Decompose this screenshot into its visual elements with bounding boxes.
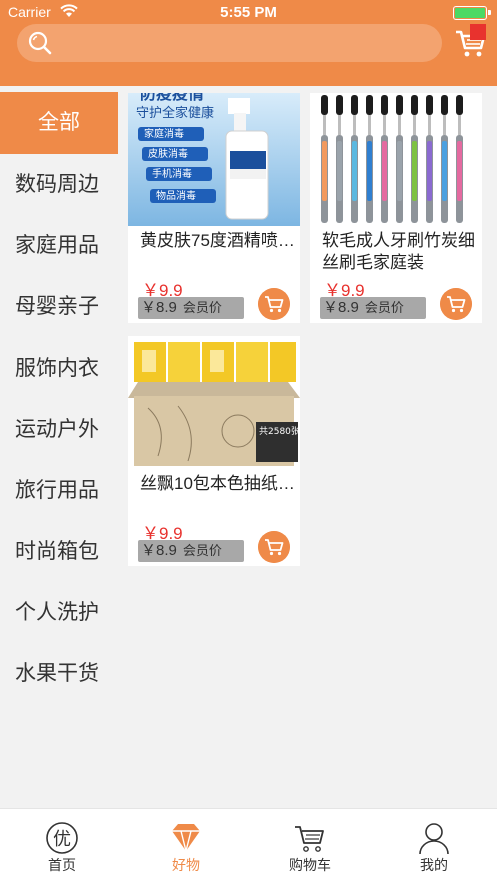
tab-label: 购物车 — [289, 857, 331, 873]
toothbrush — [351, 95, 358, 223]
image-tag: 皮肤消毒 — [148, 147, 188, 160]
tab-bar: 优 首页 好物 购物车 我的 — [0, 808, 497, 883]
status-time: 5:55 PM — [220, 4, 277, 21]
product-title: 黄皮肤75度酒精喷雾剂 — [140, 231, 296, 250]
toothbrush — [426, 95, 433, 223]
member-price-badge: ￥8.9 会员价 — [320, 297, 426, 319]
image-banner: 防疫疫情 — [140, 93, 204, 103]
member-price: ￥8.9 — [141, 299, 177, 316]
sidebar-item-travel[interactable]: 旅行用品 — [0, 460, 118, 522]
search-input[interactable] — [61, 28, 431, 58]
sidebar-item-sports[interactable]: 运动户外 — [0, 399, 118, 461]
tab-label: 我的 — [420, 857, 448, 873]
cart-badge — [470, 24, 486, 40]
add-to-cart-icon[interactable] — [258, 531, 290, 563]
toothbrush — [366, 95, 373, 223]
sidebar-item-baby[interactable]: 母婴亲子 — [0, 276, 118, 338]
product-title: 丝飘10包本色抽纸面巾纸 — [140, 474, 296, 493]
image-box-label: 共2580张 实惠装10包 — [259, 425, 300, 437]
battery-icon — [453, 6, 487, 20]
tab-cart[interactable]: 购物车 — [248, 809, 372, 883]
product-image-alcohol-spray: 防疫疫情 守护全家健康 家庭消毒 皮肤消毒 手机消毒 物品消毒 — [128, 93, 300, 226]
app-header: Carrier 5:55 PM — [0, 0, 497, 86]
product-card[interactable]: 共2580张 实惠装10包 丝飘10包本色抽纸面巾纸 ￥9.9 ￥8.9会员价 — [128, 336, 300, 566]
diamond-icon — [172, 824, 200, 852]
image-tag: 手机消毒 — [152, 167, 192, 180]
toothbrush — [441, 95, 448, 223]
svg-text:优: 优 — [53, 829, 71, 850]
add-to-cart-icon[interactable] — [440, 288, 472, 320]
member-label: 会员价 — [182, 300, 222, 315]
member-price-badge: ￥8.9 会员价 — [138, 297, 244, 319]
category-sidebar: 全部 数码周边 家庭用品 母婴亲子 服饰内衣 运动户外 旅行用品 时尚箱包 个人… — [0, 92, 118, 807]
product-title: 软毛成人牙刷竹炭细丝刷毛家庭装 — [322, 231, 475, 272]
toothbrush — [336, 95, 343, 223]
sidebar-item-digital[interactable]: 数码周边 — [0, 154, 118, 216]
tab-home[interactable]: 优 首页 — [0, 809, 124, 883]
battery-tip — [488, 10, 491, 15]
tab-mine[interactable]: 我的 — [372, 809, 496, 883]
sidebar-item-clothing[interactable]: 服饰内衣 — [0, 338, 118, 400]
status-bar: Carrier 5:55 PM — [0, 0, 497, 24]
sidebar-item-fruit[interactable]: 水果干货 — [0, 643, 118, 705]
member-price-badge: ￥8.9 会员价 — [138, 540, 244, 562]
image-slogan: 守护全家健康 — [136, 105, 214, 121]
toothbrush — [456, 95, 463, 223]
toothbrush — [411, 95, 418, 223]
add-to-cart-icon[interactable] — [258, 288, 290, 320]
product-card[interactable]: 软毛成人牙刷竹炭细丝刷毛家庭装 ￥9.9 ￥8.9 会员价 — [310, 93, 482, 323]
you-badge-icon: 优 — [46, 822, 78, 854]
member-label: 会员价 — [364, 300, 404, 315]
sidebar-item-household[interactable]: 家庭用品 — [0, 215, 118, 277]
cart-icon — [295, 826, 324, 852]
product-card[interactable]: 防疫疫情 守护全家健康 家庭消毒 皮肤消毒 手机消毒 物品消毒 黄皮肤75度酒精… — [128, 93, 300, 323]
toothbrush — [396, 95, 403, 223]
product-image-tissue: 共2580张 实惠装10包 — [128, 336, 300, 469]
product-image-toothbrush — [310, 93, 482, 226]
sidebar-item-bags[interactable]: 时尚箱包 — [0, 521, 118, 583]
image-tag: 家庭消毒 — [144, 127, 184, 140]
search-icon — [28, 31, 52, 55]
member-price: ￥8.9 — [141, 542, 177, 559]
person-icon — [419, 823, 449, 855]
toothbrush — [321, 95, 328, 223]
sidebar-item-all[interactable]: 全部 — [0, 92, 118, 154]
tab-label: 好物 — [172, 857, 200, 873]
sidebar-item-personal-care[interactable]: 个人洗护 — [0, 582, 118, 644]
image-tag: 物品消毒 — [156, 189, 196, 202]
tab-goods[interactable]: 好物 — [124, 809, 248, 883]
toothbrush — [381, 95, 388, 223]
member-price: ￥8.9 — [323, 299, 359, 316]
member-label: 会员价 — [182, 543, 222, 558]
tab-label: 首页 — [48, 857, 76, 873]
search-bar[interactable] — [17, 24, 442, 62]
